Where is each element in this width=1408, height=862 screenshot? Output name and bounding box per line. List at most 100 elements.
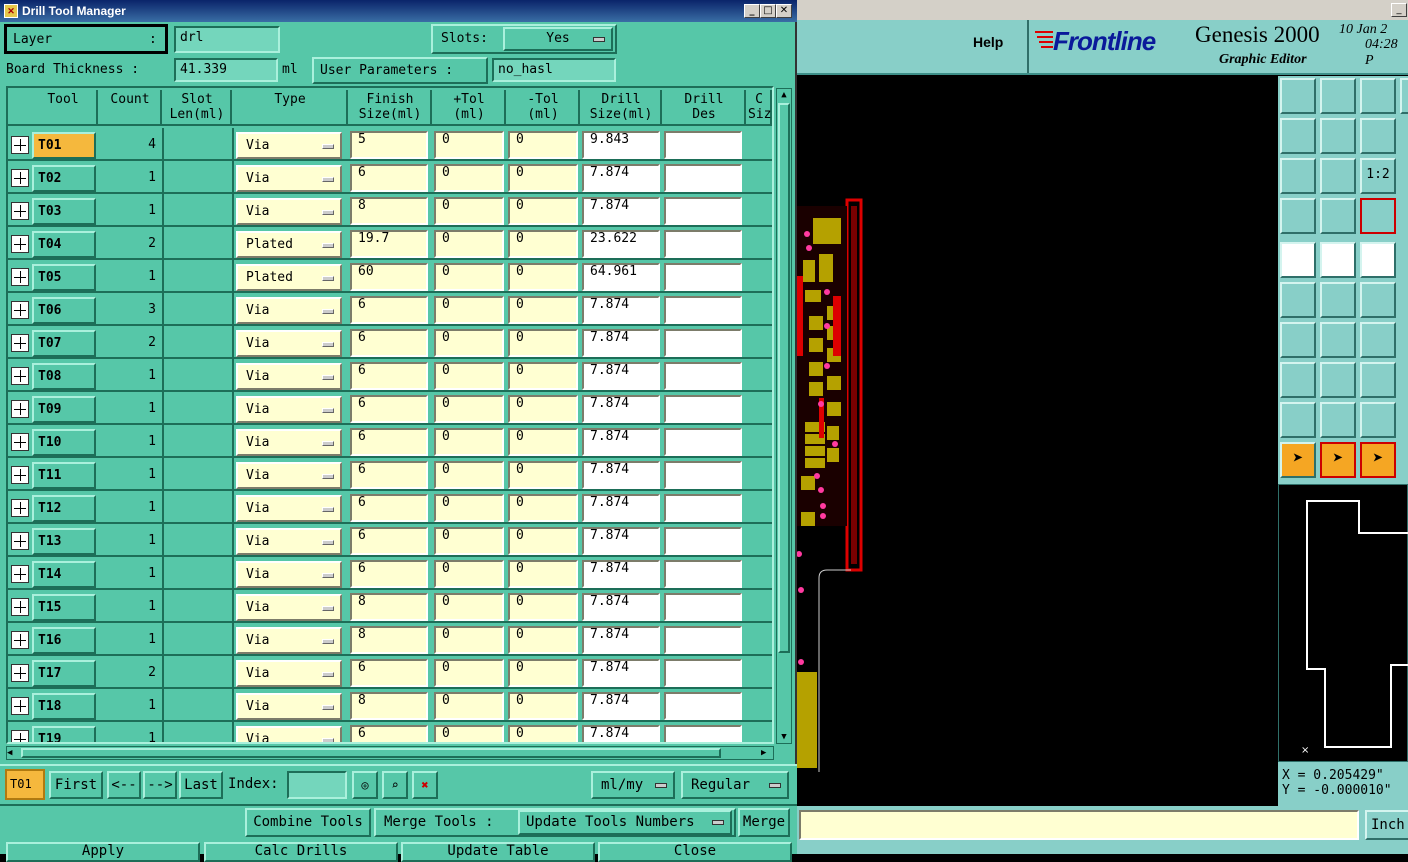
minus-tol-input[interactable]: 0 — [508, 263, 578, 291]
finish-size-input[interactable]: 6 — [350, 527, 428, 555]
finish-size-input[interactable]: 6 — [350, 329, 428, 357]
triangle-icon[interactable] — [1280, 402, 1316, 438]
home-icon[interactable] — [1360, 78, 1396, 114]
type-dropdown[interactable]: Via — [236, 330, 342, 357]
user-parameters-button[interactable]: User Parameters : — [312, 57, 488, 84]
tool-button[interactable]: T18 — [32, 693, 96, 720]
drill-des-input[interactable] — [664, 329, 742, 357]
scroll-up-icon[interactable]: ▲ — [778, 89, 790, 101]
expand-icon[interactable] — [11, 598, 29, 616]
drill-size-input[interactable]: 7.874 — [582, 626, 660, 654]
finish-size-input[interactable]: 6 — [350, 395, 428, 423]
expand-icon[interactable] — [11, 400, 29, 418]
type-dropdown[interactable]: Via — [236, 495, 342, 522]
tool-button[interactable]: T06 — [32, 297, 96, 324]
type-dropdown[interactable]: Plated — [236, 264, 342, 291]
plus-tol-input[interactable]: 0 — [434, 296, 504, 324]
rotate-icon[interactable] — [1360, 322, 1396, 358]
first-button[interactable]: First — [49, 771, 103, 799]
drill-des-input[interactable] — [664, 230, 742, 258]
expand-icon[interactable] — [11, 697, 29, 715]
delete-icon[interactable]: ✖ — [412, 771, 438, 799]
plus-tol-input[interactable]: 0 — [434, 164, 504, 192]
scroll-left-icon[interactable]: ◀ — [7, 747, 19, 759]
plus-tol-input[interactable]: 0 — [434, 560, 504, 588]
finish-size-input[interactable]: 8 — [350, 197, 428, 225]
segment-icon[interactable] — [1320, 362, 1356, 398]
finish-size-input[interactable]: 6 — [350, 164, 428, 192]
plus-tol-input[interactable]: 0 — [434, 131, 504, 159]
drill-size-input[interactable]: 7.874 — [582, 197, 660, 225]
expand-icon[interactable] — [11, 565, 29, 583]
update-tools-numbers-dropdown[interactable]: Update Tools Numbers — [518, 810, 732, 835]
search-icon[interactable]: ⌕ — [382, 771, 408, 799]
type-dropdown[interactable]: Via — [236, 561, 342, 588]
plus-tol-input[interactable]: 0 — [434, 461, 504, 489]
select-circle-icon[interactable]: ➤ — [1360, 442, 1396, 478]
minus-tol-input[interactable]: 0 — [508, 527, 578, 555]
minus-tol-input[interactable]: 0 — [508, 362, 578, 390]
plus-tol-input[interactable]: 0 — [434, 527, 504, 555]
tool-button[interactable]: T04 — [32, 231, 96, 258]
type-dropdown[interactable]: Via — [236, 132, 342, 159]
expand-icon[interactable] — [11, 202, 29, 220]
center-icon[interactable] — [1320, 158, 1356, 194]
drill-size-input[interactable]: 7.874 — [582, 362, 660, 390]
combine-tools-button[interactable]: Combine Tools — [245, 808, 371, 837]
tool-button[interactable]: T15 — [32, 594, 96, 621]
drill-des-input[interactable] — [664, 692, 742, 720]
expand-icon[interactable] — [11, 268, 29, 286]
drill-des-input[interactable] — [664, 197, 742, 225]
point-icon[interactable] — [1280, 362, 1316, 398]
select-arrow-icon[interactable]: ➤ — [1280, 442, 1316, 478]
finish-size-input[interactable]: 6 — [350, 494, 428, 522]
plus-tol-input[interactable]: 0 — [434, 626, 504, 654]
minimize-button[interactable]: _ — [1391, 3, 1407, 17]
minus-tol-input[interactable]: 0 — [508, 560, 578, 588]
drill-size-input[interactable]: 7.874 — [582, 659, 660, 687]
minus-tol-input[interactable]: 0 — [508, 659, 578, 687]
hscroll-thumb[interactable] — [21, 748, 721, 758]
finish-size-input[interactable]: 6 — [350, 659, 428, 687]
mode-dropdown[interactable]: Regular — [681, 771, 789, 799]
tool-button[interactable]: T19 — [32, 726, 96, 742]
drill-des-input[interactable] — [664, 131, 742, 159]
type-dropdown[interactable]: Via — [236, 528, 342, 555]
drill-des-input[interactable] — [664, 461, 742, 489]
tool-button[interactable]: T12 — [32, 495, 96, 522]
minus-tol-input[interactable]: 0 — [508, 494, 578, 522]
tool-button[interactable]: T08 — [32, 363, 96, 390]
type-dropdown[interactable]: Via — [236, 462, 342, 489]
expand-icon[interactable] — [11, 631, 29, 649]
drill-des-input[interactable] — [664, 527, 742, 555]
finish-size-input[interactable]: 6 — [350, 461, 428, 489]
plus-tol-input[interactable]: 0 — [434, 593, 504, 621]
drill-des-input[interactable] — [664, 296, 742, 324]
drill-des-input[interactable] — [664, 362, 742, 390]
plus-tol-input[interactable]: 0 — [434, 494, 504, 522]
apply-button[interactable]: Apply — [6, 842, 200, 862]
type-dropdown[interactable]: Via — [236, 594, 342, 621]
top-icon[interactable] — [1280, 78, 1316, 114]
minus-tol-input[interactable]: 0 — [508, 131, 578, 159]
user-parameters-input[interactable]: no_hasl — [492, 58, 616, 82]
triangle-bar-icon[interactable] — [1360, 402, 1396, 438]
drill-size-input[interactable]: 7.874 — [582, 164, 660, 192]
index-input[interactable] — [287, 771, 347, 799]
minus-tol-input[interactable]: 0 — [508, 692, 578, 720]
plus-tol-input[interactable]: 0 — [434, 263, 504, 291]
drill-des-input[interactable] — [664, 494, 742, 522]
drill-des-input[interactable] — [664, 659, 742, 687]
drill-des-input[interactable] — [664, 560, 742, 588]
help-menu[interactable]: Help — [973, 34, 1003, 50]
type-dropdown[interactable]: Via — [236, 726, 342, 742]
plus-tol-input[interactable]: 0 — [434, 197, 504, 225]
finish-size-input[interactable]: 8 — [350, 626, 428, 654]
minus-tol-input[interactable]: 0 — [508, 395, 578, 423]
plus-tol-input[interactable]: 0 — [434, 230, 504, 258]
tool-button[interactable]: T14 — [32, 561, 96, 588]
grid-icon[interactable] — [1320, 198, 1356, 234]
layer-button[interactable]: Layer : — [4, 24, 168, 54]
expand-icon[interactable] — [11, 334, 29, 352]
measure-tool-icon[interactable] — [1280, 198, 1316, 234]
